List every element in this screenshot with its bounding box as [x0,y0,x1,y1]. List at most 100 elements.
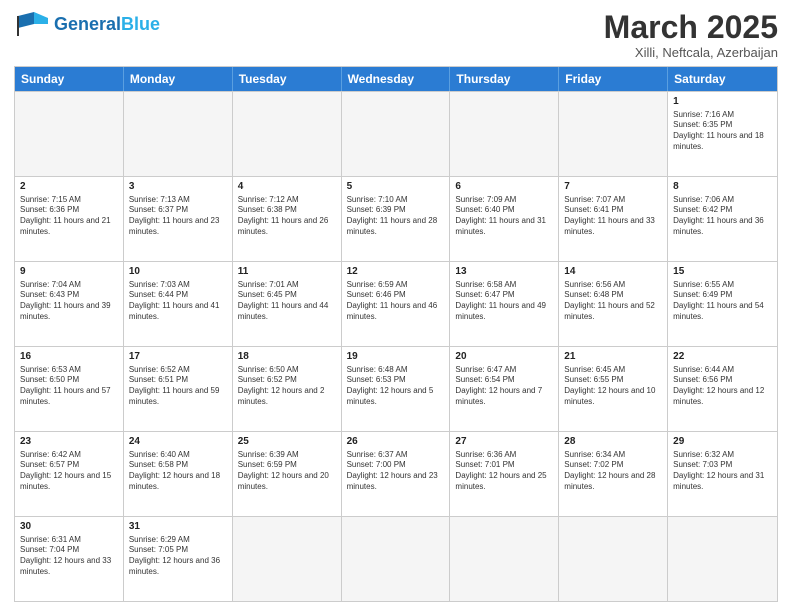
cell-w4-d2: 25Sunrise: 6:39 AM Sunset: 6:59 PM Dayli… [233,432,342,516]
cell-day-number: 22 [673,350,772,364]
cell-day-number: 6 [455,180,553,194]
cell-day-number: 24 [129,435,227,449]
header-monday: Monday [124,67,233,91]
month-title: March 2025 [604,10,778,45]
cell-w2-d4: 13Sunrise: 6:58 AM Sunset: 6:47 PM Dayli… [450,262,559,346]
cell-w3-d2: 18Sunrise: 6:50 AM Sunset: 6:52 PM Dayli… [233,347,342,431]
cell-day-number: 23 [20,435,118,449]
cell-w1-d0: 2Sunrise: 7:15 AM Sunset: 6:36 PM Daylig… [15,177,124,261]
cell-w2-d1: 10Sunrise: 7:03 AM Sunset: 6:44 PM Dayli… [124,262,233,346]
cell-day-number: 17 [129,350,227,364]
cell-w5-d4 [450,517,559,601]
cell-day-number: 11 [238,265,336,279]
cell-w1-d2: 4Sunrise: 7:12 AM Sunset: 6:38 PM Daylig… [233,177,342,261]
cell-w0-d1 [124,92,233,176]
cell-w4-d1: 24Sunrise: 6:40 AM Sunset: 6:58 PM Dayli… [124,432,233,516]
cell-day-number: 28 [564,435,662,449]
week-row-5: 30Sunrise: 6:31 AM Sunset: 7:04 PM Dayli… [15,516,777,601]
cell-info: Sunrise: 7:06 AM Sunset: 6:42 PM Dayligh… [673,195,772,238]
logo-blue: Blue [121,14,160,34]
cell-w5-d6 [668,517,777,601]
logo-general: General [54,14,121,34]
cell-w2-d0: 9Sunrise: 7:04 AM Sunset: 6:43 PM Daylig… [15,262,124,346]
week-row-2: 9Sunrise: 7:04 AM Sunset: 6:43 PM Daylig… [15,261,777,346]
cell-w1-d5: 7Sunrise: 7:07 AM Sunset: 6:41 PM Daylig… [559,177,668,261]
cell-info: Sunrise: 6:37 AM Sunset: 7:00 PM Dayligh… [347,450,445,493]
cell-info: Sunrise: 6:40 AM Sunset: 6:58 PM Dayligh… [129,450,227,493]
cell-w5-d0: 30Sunrise: 6:31 AM Sunset: 7:04 PM Dayli… [15,517,124,601]
calendar-header: Sunday Monday Tuesday Wednesday Thursday… [15,67,777,91]
cell-info: Sunrise: 7:03 AM Sunset: 6:44 PM Dayligh… [129,280,227,323]
cell-w1-d4: 6Sunrise: 7:09 AM Sunset: 6:40 PM Daylig… [450,177,559,261]
logo-icon [14,10,50,38]
cell-day-number: 2 [20,180,118,194]
cell-info: Sunrise: 6:59 AM Sunset: 6:46 PM Dayligh… [347,280,445,323]
cell-info: Sunrise: 7:10 AM Sunset: 6:39 PM Dayligh… [347,195,445,238]
cell-info: Sunrise: 6:52 AM Sunset: 6:51 PM Dayligh… [129,365,227,408]
cell-day-number: 12 [347,265,445,279]
cell-info: Sunrise: 7:01 AM Sunset: 6:45 PM Dayligh… [238,280,336,323]
cell-info: Sunrise: 6:50 AM Sunset: 6:52 PM Dayligh… [238,365,336,408]
cell-w2-d2: 11Sunrise: 7:01 AM Sunset: 6:45 PM Dayli… [233,262,342,346]
cell-w3-d4: 20Sunrise: 6:47 AM Sunset: 6:54 PM Dayli… [450,347,559,431]
cell-w3-d1: 17Sunrise: 6:52 AM Sunset: 6:51 PM Dayli… [124,347,233,431]
header-saturday: Saturday [668,67,777,91]
cell-w1-d1: 3Sunrise: 7:13 AM Sunset: 6:37 PM Daylig… [124,177,233,261]
cell-day-number: 14 [564,265,662,279]
cell-info: Sunrise: 6:39 AM Sunset: 6:59 PM Dayligh… [238,450,336,493]
cell-w3-d5: 21Sunrise: 6:45 AM Sunset: 6:55 PM Dayli… [559,347,668,431]
header-friday: Friday [559,67,668,91]
cell-info: Sunrise: 6:58 AM Sunset: 6:47 PM Dayligh… [455,280,553,323]
cell-info: Sunrise: 6:45 AM Sunset: 6:55 PM Dayligh… [564,365,662,408]
location-subtitle: Xilli, Neftcala, Azerbaijan [604,45,778,60]
week-row-1: 2Sunrise: 7:15 AM Sunset: 6:36 PM Daylig… [15,176,777,261]
cell-day-number: 13 [455,265,553,279]
cell-info: Sunrise: 6:32 AM Sunset: 7:03 PM Dayligh… [673,450,772,493]
cell-w0-d6: 1Sunrise: 7:16 AM Sunset: 6:35 PM Daylig… [668,92,777,176]
header-thursday: Thursday [450,67,559,91]
cell-day-number: 1 [673,95,772,109]
cell-w1-d6: 8Sunrise: 7:06 AM Sunset: 6:42 PM Daylig… [668,177,777,261]
cell-info: Sunrise: 6:55 AM Sunset: 6:49 PM Dayligh… [673,280,772,323]
cell-w0-d5 [559,92,668,176]
cell-day-number: 18 [238,350,336,364]
cell-day-number: 31 [129,520,227,534]
cell-day-number: 26 [347,435,445,449]
title-block: March 2025 Xilli, Neftcala, Azerbaijan [604,10,778,60]
header-wednesday: Wednesday [342,67,451,91]
cell-info: Sunrise: 7:15 AM Sunset: 6:36 PM Dayligh… [20,195,118,238]
cell-day-number: 20 [455,350,553,364]
cell-day-number: 5 [347,180,445,194]
cell-day-number: 21 [564,350,662,364]
week-row-0: 1Sunrise: 7:16 AM Sunset: 6:35 PM Daylig… [15,91,777,176]
cell-info: Sunrise: 6:29 AM Sunset: 7:05 PM Dayligh… [129,535,227,578]
cell-info: Sunrise: 6:36 AM Sunset: 7:01 PM Dayligh… [455,450,553,493]
calendar-body: 1Sunrise: 7:16 AM Sunset: 6:35 PM Daylig… [15,91,777,601]
cell-info: Sunrise: 6:53 AM Sunset: 6:50 PM Dayligh… [20,365,118,408]
cell-day-number: 9 [20,265,118,279]
cell-w5-d2 [233,517,342,601]
cell-day-number: 10 [129,265,227,279]
cell-info: Sunrise: 6:56 AM Sunset: 6:48 PM Dayligh… [564,280,662,323]
cell-w0-d0 [15,92,124,176]
cell-w4-d6: 29Sunrise: 6:32 AM Sunset: 7:03 PM Dayli… [668,432,777,516]
cell-w2-d5: 14Sunrise: 6:56 AM Sunset: 6:48 PM Dayli… [559,262,668,346]
cell-w0-d3 [342,92,451,176]
cell-w3-d3: 19Sunrise: 6:48 AM Sunset: 6:53 PM Dayli… [342,347,451,431]
logo: GeneralBlue [14,10,160,38]
cell-info: Sunrise: 6:31 AM Sunset: 7:04 PM Dayligh… [20,535,118,578]
cell-w5-d5 [559,517,668,601]
cell-day-number: 29 [673,435,772,449]
cell-info: Sunrise: 7:07 AM Sunset: 6:41 PM Dayligh… [564,195,662,238]
cell-day-number: 8 [673,180,772,194]
cell-info: Sunrise: 6:44 AM Sunset: 6:56 PM Dayligh… [673,365,772,408]
cell-w5-d3 [342,517,451,601]
cell-w0-d2 [233,92,342,176]
cell-info: Sunrise: 6:34 AM Sunset: 7:02 PM Dayligh… [564,450,662,493]
header: GeneralBlue March 2025 Xilli, Neftcala, … [14,10,778,60]
cell-info: Sunrise: 7:04 AM Sunset: 6:43 PM Dayligh… [20,280,118,323]
cell-w4-d4: 27Sunrise: 6:36 AM Sunset: 7:01 PM Dayli… [450,432,559,516]
cell-info: Sunrise: 6:47 AM Sunset: 6:54 PM Dayligh… [455,365,553,408]
cell-w4-d5: 28Sunrise: 6:34 AM Sunset: 7:02 PM Dayli… [559,432,668,516]
cell-w3-d6: 22Sunrise: 6:44 AM Sunset: 6:56 PM Dayli… [668,347,777,431]
